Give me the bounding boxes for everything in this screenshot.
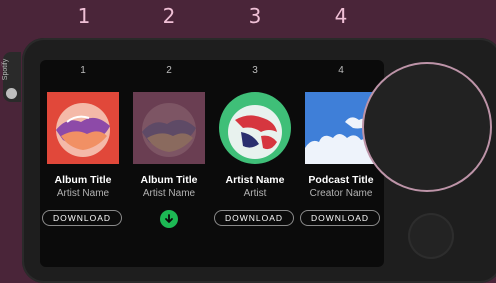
slot-title: Artist Name (225, 174, 285, 186)
download-button[interactable]: DOWNLOAD (42, 210, 122, 226)
slot-subtitle: Artist (243, 188, 267, 199)
downloaded-check-icon[interactable] (160, 210, 178, 228)
slot-number: 4 (338, 65, 344, 76)
preset-label-1: 1 (77, 4, 91, 28)
slot-number: 3 (252, 65, 258, 76)
album-art (133, 92, 205, 164)
preset-slot-4[interactable]: 4 Podcast Title Creator Name DOWNLOAD (298, 60, 384, 267)
preset-slot-3[interactable]: 3 Artist Name Artist DOWNLOAD (212, 60, 298, 267)
preset-slot-2[interactable]: 2 Album Title Artist Name (126, 60, 212, 267)
slot-title: Album Title (140, 174, 198, 186)
preset-label-3: 3 (248, 4, 262, 28)
spotify-brand-text: Spotify (2, 58, 10, 81)
slot-title: Podcast Title (308, 174, 374, 186)
download-button[interactable]: DOWNLOAD (214, 210, 294, 226)
artist-image (219, 92, 291, 164)
slot-subtitle: Artist Name (56, 188, 110, 199)
preset-slot-1[interactable]: 1 Album Title Artist Name DOWNLOAD (40, 60, 126, 267)
preset-label-4: 4 (334, 4, 348, 28)
slot-subtitle: Artist Name (142, 188, 196, 199)
download-button[interactable]: DOWNLOAD (300, 210, 380, 226)
slot-title: Album Title (54, 174, 112, 186)
rotary-dial[interactable] (362, 62, 492, 192)
slot-subtitle: Creator Name (309, 188, 373, 199)
album-art (47, 92, 119, 164)
device-screen: 1 Album Title Artist Name DOWNLOAD 2 Alb… (40, 60, 384, 267)
preset-label-2: 2 (162, 4, 176, 28)
back-button[interactable] (408, 213, 454, 259)
side-tab: Spotify (2, 52, 21, 102)
slot-number: 1 (80, 65, 86, 76)
slot-number: 2 (166, 65, 172, 76)
spotify-logo-icon (6, 88, 17, 99)
